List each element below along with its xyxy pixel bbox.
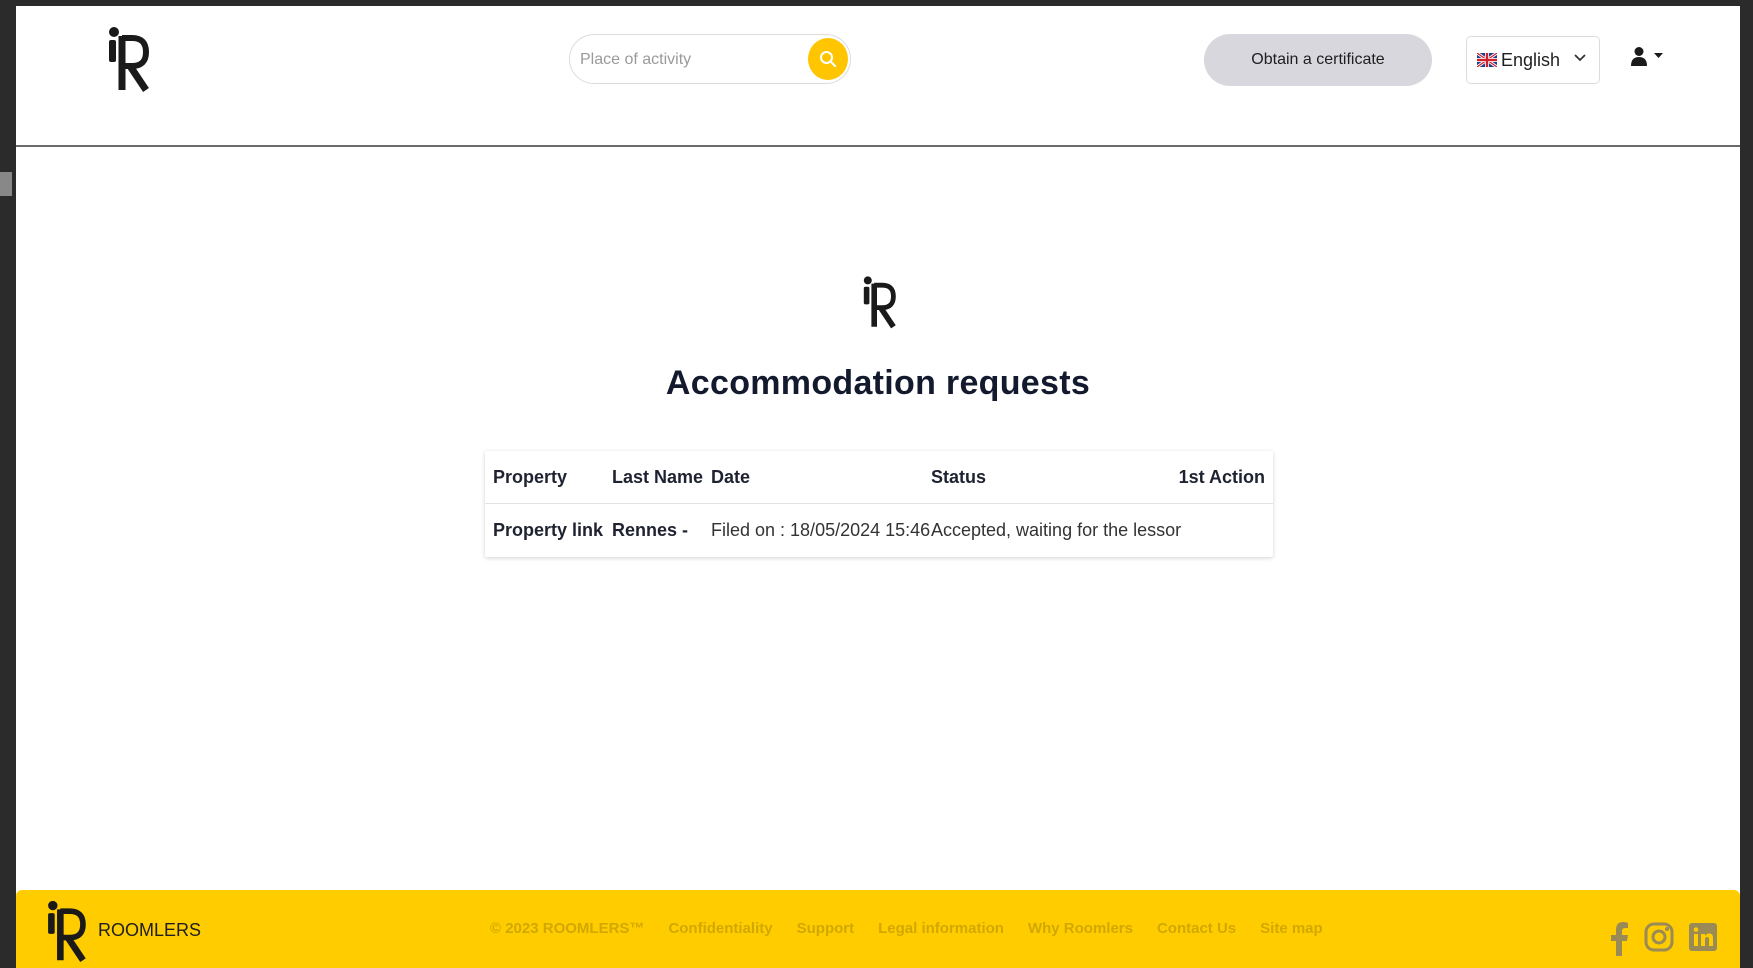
user-menu[interactable] [1630, 46, 1663, 66]
footer-link-contact[interactable]: Contact Us [1157, 920, 1236, 937]
status-cell: Accepted, waiting for the lessor [931, 520, 1182, 540]
last-name-cell: Rennes - [612, 520, 689, 540]
browser-page: Obtain a certificate English [16, 6, 1740, 968]
table-row: Property link Rennes - Filed on : 18/05/… [485, 504, 1273, 556]
table-header: Property Last Name Date Status 1st Actio… [485, 451, 1273, 504]
linkedin-icon[interactable] [1688, 922, 1718, 952]
instagram-icon[interactable] [1644, 922, 1674, 952]
roomlers-footer-logo[interactable] [44, 898, 88, 964]
search-button[interactable] [808, 38, 848, 80]
search-input[interactable] [578, 45, 802, 75]
social-links [1608, 922, 1718, 956]
facebook-icon[interactable] [1608, 922, 1630, 956]
search-box [569, 34, 851, 84]
uk-flag-icon [1477, 53, 1497, 67]
footer-links: © 2023 ROOMLERS™ Confidentiality Support… [490, 920, 1323, 937]
caret-down-icon [1654, 53, 1663, 58]
user-icon [1631, 47, 1647, 66]
language-label: English [1501, 49, 1561, 70]
column-header-property: Property [493, 467, 568, 487]
language-select[interactable]: English [1466, 36, 1600, 84]
column-header-first-action: 1st Action [1178, 467, 1265, 487]
footer-copyright: © 2023 ROOMLERS™ [490, 920, 645, 937]
roomlers-logo[interactable] [106, 24, 150, 94]
column-header-status: Status [931, 467, 987, 487]
site-header: Obtain a certificate English [16, 6, 1740, 147]
page-title: Accommodation requests [665, 364, 1091, 402]
footer-brand: ROOMLERS [98, 920, 202, 940]
search-icon [820, 51, 837, 68]
site-footer: ROOMLERS © 2023 ROOMLERS™ Confidentialit… [16, 890, 1740, 968]
column-header-last-name: Last Name [612, 467, 704, 487]
footer-link-confidentiality[interactable]: Confidentiality [668, 920, 772, 937]
property-link[interactable]: Property link [493, 520, 603, 541]
column-header-date: Date [711, 467, 751, 487]
date-cell: Filed on : 18/05/2024 15:46 [711, 520, 931, 540]
requests-table: Property Last Name Date Status 1st Actio… [485, 451, 1273, 557]
roomlers-logo-center [863, 276, 896, 329]
footer-link-site-map[interactable]: Site map [1260, 920, 1323, 937]
obtain-certificate-button[interactable]: Obtain a certificate [1204, 34, 1432, 86]
window-edge [0, 172, 12, 196]
footer-link-support[interactable]: Support [797, 920, 855, 937]
footer-link-legal[interactable]: Legal information [878, 920, 1004, 937]
chevron-down-icon [1574, 54, 1586, 62]
footer-link-why-roomlers[interactable]: Why Roomlers [1028, 920, 1133, 937]
